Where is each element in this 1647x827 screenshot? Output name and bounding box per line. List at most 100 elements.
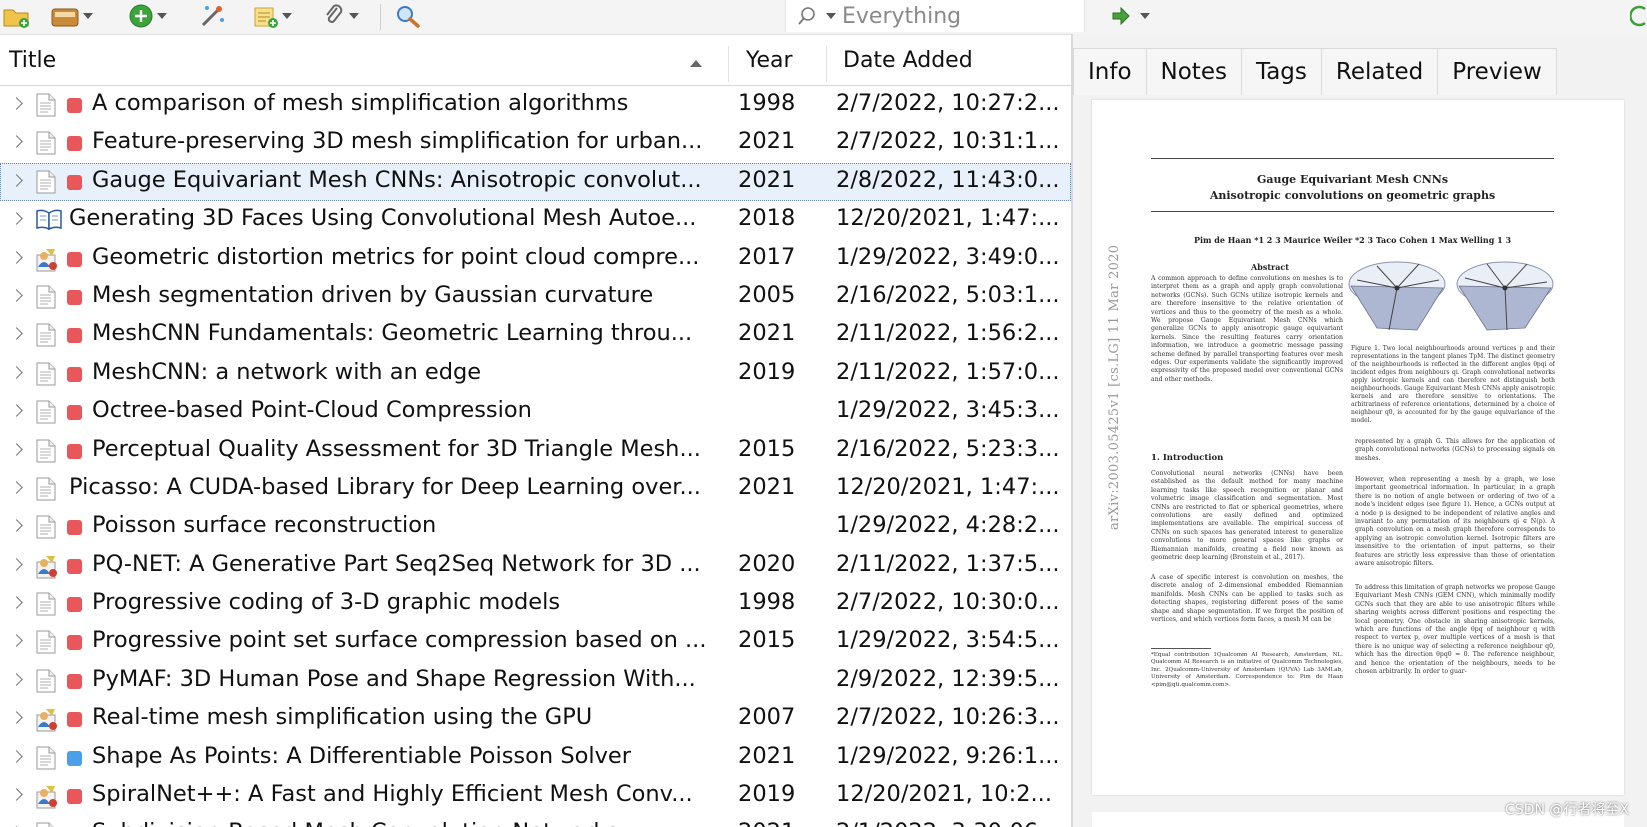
item-row[interactable]: Shape As Points: A Differentiable Poisso… [0,739,1071,777]
new-note-button[interactable] [253,3,292,29]
item-row[interactable]: MeshCNN: a network with an edge 2019 2/11/… [0,355,1071,393]
expand-chevron-icon[interactable] [10,749,23,763]
expand-chevron-icon[interactable] [10,97,23,110]
expand-chevron-icon[interactable] [10,135,23,149]
expand-chevron-icon[interactable] [10,634,23,648]
item-year: 2005 [738,281,796,308]
expand-chevron-icon[interactable] [10,250,23,264]
tab-tags[interactable]: Tags [1240,48,1322,95]
item-row[interactable]: Subdivision-Based Mesh Convolution Netwo… [0,815,1071,827]
new-collection-button[interactable] [2,3,30,29]
item-row[interactable]: Poisson surface reconstruction 1/29/2022,… [0,508,1071,546]
item-row[interactable]: Gauge Equivariant Mesh CNNs: Anisotropic… [0,162,1071,202]
item-row[interactable]: Progressive point set surface compressio… [0,623,1071,661]
item-row[interactable]: Mesh segmentation driven by Gaussian cur… [0,278,1071,316]
item-row[interactable]: Feature-preserving 3D mesh simplificatio… [0,124,1071,162]
sort-ascending-icon [690,60,702,67]
document-icon [35,630,57,660]
column-year[interactable]: Year [746,48,793,73]
item-title: PyMAF: 3D Human Pose and Shape Regressio… [92,665,696,692]
expand-chevron-icon[interactable] [10,173,23,187]
expand-chevron-icon[interactable] [10,557,23,571]
item-date-added: 2/11/2022, 1:56:2... [836,320,1060,347]
item-year: 2021 [738,166,796,193]
document-icon [35,592,57,622]
item-title: Perceptual Quality Assessment for 3D Tri… [92,435,701,462]
item-row[interactable]: Octree-based Point-Cloud Compression 1/29… [0,393,1071,431]
arrow-right-icon [1112,6,1130,26]
item-date-added: 2/7/2022, 10:30:0... [836,589,1060,616]
sync-button[interactable] [1630,3,1647,29]
advanced-search-button[interactable] [394,3,422,29]
item-row[interactable]: MeshCNN Fundamentals: Geometric Learning… [0,316,1071,354]
add-attachment-button[interactable] [322,3,359,29]
item-year: 2019 [738,781,796,808]
document-icon [35,477,57,507]
item-title: Progressive point set surface compressio… [92,627,707,654]
document-icon [35,669,57,699]
item-list: A comparison of mesh simplification algo… [0,86,1071,827]
pdf-preview[interactable]: Gauge Equivariant Mesh CNNs Anisotropic … [1092,100,1624,795]
column-title[interactable]: Title [9,48,56,73]
item-date-added: 2/16/2022, 5:03:1... [836,281,1060,308]
figure-1-image [1348,261,1554,331]
colored-tag-icon [67,558,82,574]
search-input[interactable] [842,2,1062,30]
item-title: MeshCNN Fundamentals: Geometric Learning… [92,320,693,347]
item-date-added: 2/9/2022, 12:39:5... [836,665,1060,692]
paper-authors: Pim de Haan *1 2 3 Maurice Weiler *2 3 T… [1193,235,1512,245]
item-title: Progressive coding of 3-D graphic models [92,589,561,616]
expand-chevron-icon[interactable] [10,596,23,609]
column-date-added[interactable]: Date Added [843,48,973,73]
new-library-button[interactable] [50,3,93,29]
column-separator[interactable] [826,46,827,82]
expand-chevron-icon[interactable] [10,404,23,417]
chevron-down-icon [83,13,93,19]
column-header: Title Year Date Added [0,42,1071,86]
new-item-button[interactable] [128,3,167,29]
footnote: *Equal contribution 1Qualcomm AI Researc… [1151,652,1343,688]
tab-related[interactable]: Related [1320,48,1439,95]
colored-tag-icon [67,789,82,805]
tab-info[interactable]: Info [1073,48,1147,95]
locate-button[interactable] [1110,3,1150,29]
expand-chevron-icon[interactable] [10,672,23,686]
document-icon [35,131,57,161]
item-date-added: 2/11/2022, 1:37:5... [836,550,1060,577]
colored-tag-icon [67,366,82,382]
tab-preview[interactable]: Preview [1437,48,1557,95]
search-mode-dropdown[interactable] [826,13,836,19]
toolbar-divider [380,4,381,30]
expand-chevron-icon[interactable] [10,327,23,341]
intro-heading: 1. Introduction [1151,453,1224,463]
item-row[interactable]: PyMAF: 3D Human Pose and Shape Regressio… [0,662,1071,700]
add-by-identifier-button[interactable] [198,3,226,29]
item-row[interactable]: Progressive coding of 3-D graphic models… [0,585,1071,623]
item-row[interactable]: PQ-NET: A Generative Part Seq2Seq Networ… [0,547,1071,585]
conference-paper-icon [35,247,59,279]
footnote-rule [1151,648,1211,649]
item-row[interactable]: SpiralNet++: A Fast and Highly Efficient… [0,777,1071,815]
item-row[interactable]: Picasso: A CUDA-based Library for Deep L… [0,470,1071,508]
expand-chevron-icon[interactable] [10,788,23,801]
expand-chevron-icon[interactable] [10,212,23,226]
expand-chevron-icon[interactable] [10,481,23,494]
item-row[interactable]: Geometric distortion metrics for point c… [0,240,1071,278]
abstract-heading: Abstract [1251,262,1289,272]
item-row[interactable]: A comparison of mesh simplification algo… [0,86,1071,124]
item-row[interactable]: Perceptual Quality Assessment for 3D Tri… [0,432,1071,470]
column-separator[interactable] [728,46,729,82]
sync-icon [1630,5,1646,27]
expand-chevron-icon[interactable] [10,711,23,725]
expand-chevron-icon[interactable] [10,519,23,533]
expand-chevron-icon[interactable] [10,442,23,456]
item-row[interactable]: Real-time mesh simplification using the … [0,700,1071,738]
item-row[interactable]: Generating 3D Faces Using Convolutional … [0,201,1071,239]
item-date-added: 2/7/2022, 10:27:2... [836,90,1060,116]
expand-chevron-icon[interactable] [10,365,23,379]
item-title: Feature-preserving 3D mesh simplificatio… [92,128,703,155]
tab-notes[interactable]: Notes [1145,48,1242,95]
item-date-added: 2/7/2022, 10:31:1... [836,128,1060,155]
library-icon [51,8,79,27]
expand-chevron-icon[interactable] [10,289,23,302]
